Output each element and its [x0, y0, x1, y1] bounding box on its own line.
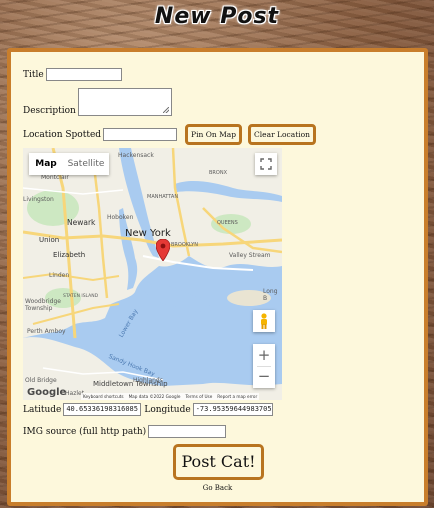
title-input[interactable]	[45, 68, 122, 81]
location-row: Location Spotted Pin On Map Clear Locati…	[23, 124, 316, 145]
map-label-lower-bay: Lower Bay	[117, 308, 140, 339]
page-title: New Post	[154, 4, 280, 29]
go-back-link[interactable]: Go Back	[11, 484, 424, 492]
map-label-livingston: Livingston	[23, 196, 54, 203]
zoom-control: + −	[253, 344, 275, 388]
pegman-icon	[261, 313, 267, 329]
post-cat-button[interactable]: Post Cat!	[173, 444, 264, 480]
google-logo: Google	[27, 387, 67, 398]
coordinates-row: Latitude 40.65336198316085 Longitude -73…	[23, 403, 273, 416]
map-label-long-beach: Long B	[263, 288, 278, 302]
pin-on-map-button[interactable]: Pin On Map	[185, 124, 243, 145]
longitude-input[interactable]: -73.95359644983705	[192, 403, 273, 416]
map-label-linden: Linden	[49, 272, 70, 279]
map-label-bronx: BRONX	[209, 170, 228, 176]
map-marker-icon[interactable]	[156, 239, 170, 261]
fullscreen-button[interactable]	[255, 153, 277, 175]
terms-of-use-link[interactable]: Terms of Use	[185, 393, 212, 400]
map-type-map-button[interactable]: Map	[29, 153, 63, 175]
map-label-montclair: Montclair	[41, 174, 69, 181]
map-label-hackensack: Hackensack	[118, 152, 154, 159]
map-label-union: Union	[39, 236, 60, 244]
title-label: Title	[23, 69, 44, 80]
fullscreen-icon	[260, 158, 272, 170]
img-source-label: IMG source (full http path)	[23, 426, 147, 437]
map-label-elizabeth: Elizabeth	[53, 251, 86, 259]
map-label-woodbridge: Woodbridge Township	[25, 298, 61, 312]
img-source-input[interactable]	[148, 425, 227, 438]
map-label-new-york: New York	[125, 228, 171, 239]
plus-icon: +	[257, 346, 271, 364]
map-label-valley-stream: Valley Stream	[229, 252, 271, 259]
latitude-input[interactable]: 40.65336198316085	[63, 403, 142, 416]
report-map-error-link[interactable]: Report a map error	[217, 393, 257, 400]
location-label: Location Spotted	[23, 129, 102, 140]
map-label-sandy-hook-bay: Sandy Hook Bay	[107, 353, 156, 378]
zoom-in-button[interactable]: +	[253, 344, 275, 366]
keyboard-shortcuts-link[interactable]: Keyboard shortcuts	[83, 393, 124, 400]
map-label-hoboken: Hoboken	[107, 214, 134, 221]
map-type-satellite-button[interactable]: Satellite	[63, 153, 109, 175]
google-map[interactable]: Hackensack Montclair Newark Hoboken MANH…	[23, 148, 282, 400]
map-label-manhattan: MANHATTAN	[147, 194, 179, 200]
zoom-out-button[interactable]: −	[253, 366, 275, 388]
location-input[interactable]	[103, 128, 178, 141]
map-data-text: Map data ©2022 Google	[128, 394, 181, 399]
title-row: Title	[23, 68, 122, 81]
clear-location-button[interactable]: Clear Location	[248, 124, 316, 145]
street-view-button[interactable]	[253, 310, 275, 332]
map-label-staten-island: STATEN ISLAND	[63, 294, 99, 299]
map-label-newark: Newark	[67, 218, 96, 227]
img-source-row: IMG source (full http path)	[23, 425, 227, 438]
map-label-highlands: Highlands	[133, 377, 163, 384]
description-row: Description	[23, 86, 172, 116]
minus-icon: −	[257, 367, 271, 385]
new-post-form: Title Description Location Spotted Pin O…	[7, 48, 428, 506]
map-footer: Keyboard shortcuts Map data ©2022 Google…	[81, 393, 260, 400]
map-label-brooklyn: BROOKLYN	[171, 242, 198, 248]
map-label-perth-amboy: Perth Amboy	[27, 328, 66, 335]
map-label-queens: QUEENS	[217, 220, 238, 226]
map-label-old-bridge: Old Bridge	[25, 377, 57, 384]
longitude-label: Longitude	[144, 404, 191, 415]
latitude-label: Latitude	[23, 404, 62, 415]
description-label: Description	[23, 106, 76, 116]
description-textarea[interactable]	[77, 88, 172, 116]
map-type-control: Map Satellite	[29, 153, 109, 175]
zoom-divider	[257, 366, 271, 367]
